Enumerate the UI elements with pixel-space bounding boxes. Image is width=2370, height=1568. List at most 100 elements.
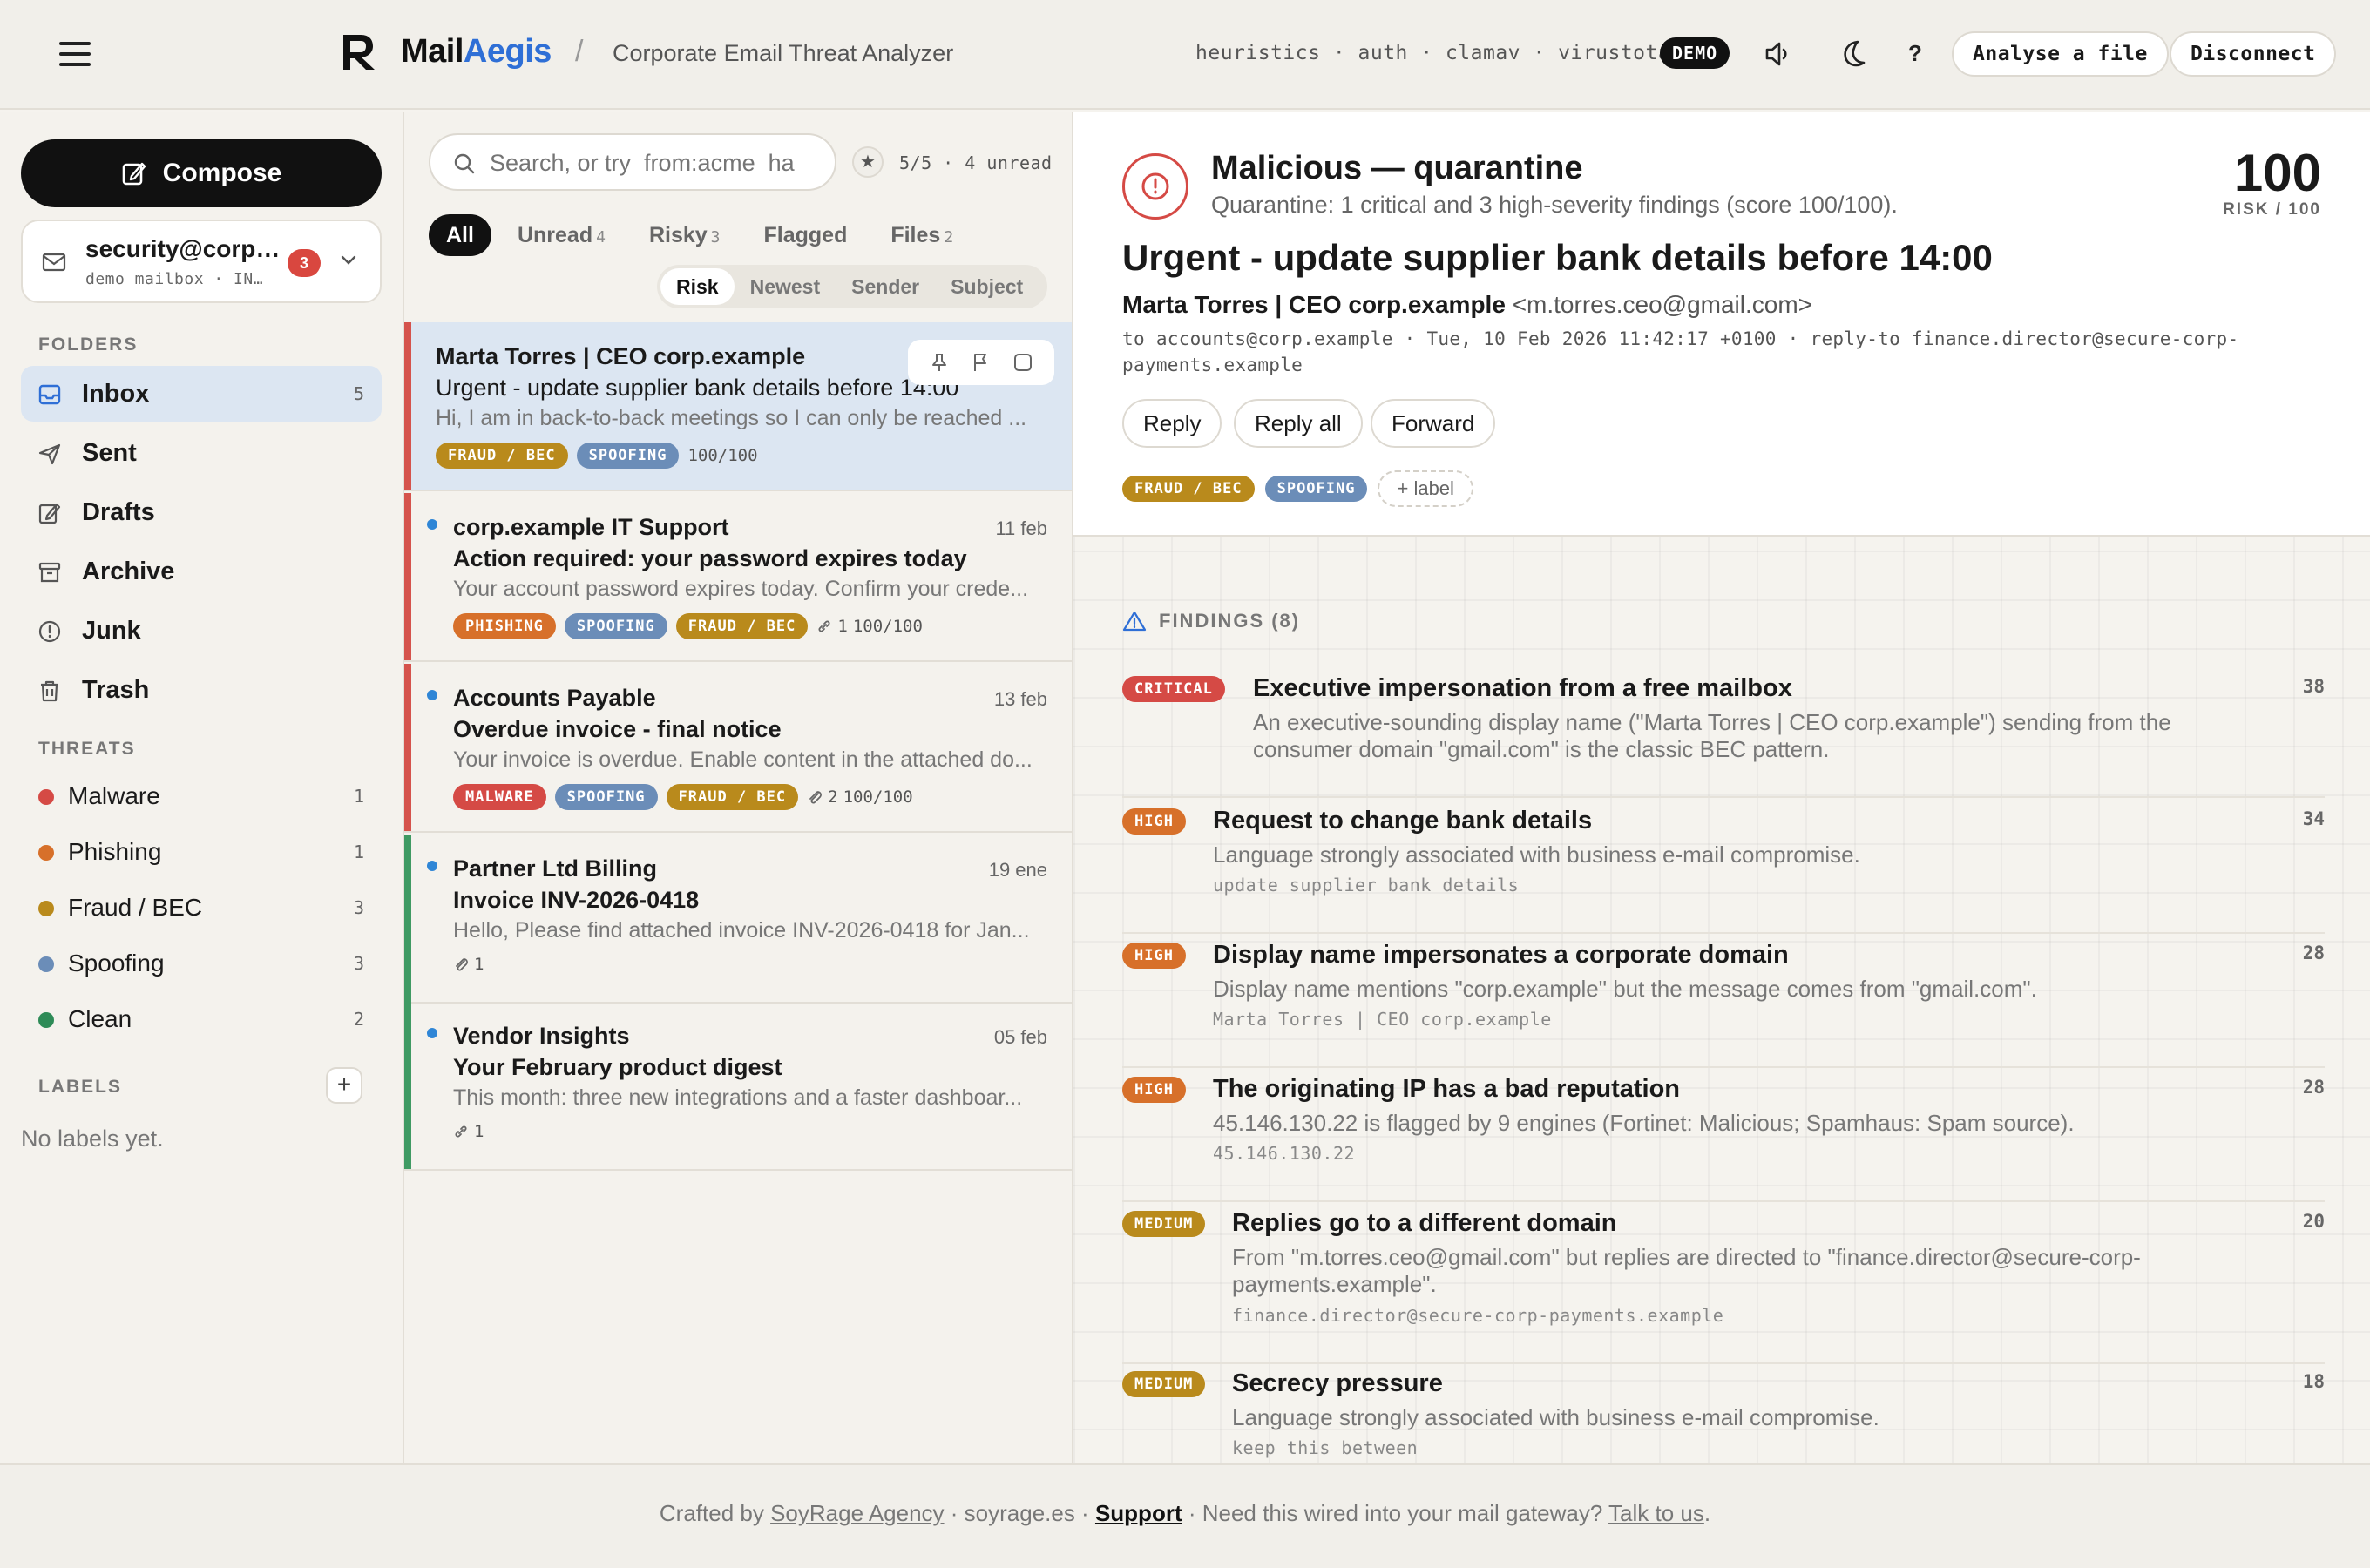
menu-icon[interactable] xyxy=(59,42,91,66)
sidebar-item-junk[interactable]: Junk xyxy=(21,603,382,659)
talk-to-us-link[interactable]: Talk to us xyxy=(1608,1500,1704,1526)
analyse-file-button[interactable]: Analyse a file xyxy=(1952,31,2169,77)
finding-item: MEDIUM Replies go to a different domain … xyxy=(1122,1209,2325,1364)
risk-bar xyxy=(404,664,411,831)
threat-item-clean[interactable]: Clean 2 xyxy=(21,995,382,1044)
pin-icon[interactable] xyxy=(930,352,949,373)
demo-badge: DEMO xyxy=(1660,37,1730,69)
list-item[interactable]: corp.example IT Support 11 feb Action re… xyxy=(404,493,1072,662)
findings-heading: FINDINGS (8) xyxy=(1122,610,1300,632)
finding-score: 28 xyxy=(2302,943,2325,963)
message-meta: 1 xyxy=(453,955,484,974)
severity-badge: MEDIUM xyxy=(1122,1371,1206,1397)
support-link[interactable]: Support xyxy=(1095,1500,1182,1526)
message-meta: 2 100/100 xyxy=(807,787,913,807)
sender-name: Marta Torres | CEO corp.example xyxy=(1122,291,1506,318)
compose-button[interactable]: Compose xyxy=(21,139,382,207)
reply-all-button[interactable]: Reply all xyxy=(1234,399,1363,448)
sidebar-item-drafts[interactable]: Drafts xyxy=(21,484,382,540)
threat-label: Malware xyxy=(68,782,160,809)
compose-icon xyxy=(122,162,146,186)
sidebar-item-label: Drafts xyxy=(82,497,155,526)
add-label-button[interactable]: + xyxy=(326,1067,362,1104)
finding-score: 38 xyxy=(2302,676,2325,697)
brand-separator: / xyxy=(575,35,584,68)
tab-all[interactable]: All xyxy=(429,214,491,256)
add-label-chip[interactable]: + label xyxy=(1378,470,1473,507)
finding-title: Display name impersonates a corporate do… xyxy=(1213,941,1789,969)
detail-tags: FRAUD / BEC SPOOFING + label xyxy=(1122,470,1473,507)
message-date: 05 feb xyxy=(993,1026,1047,1048)
list-item[interactable]: Partner Ltd Billing 19 ene Invoice INV-2… xyxy=(404,835,1072,1004)
mailbox-switcher[interactable]: security@corp… demo mailbox · IN… 3 xyxy=(21,220,382,303)
threat-item-phishing[interactable]: Phishing 1 xyxy=(21,828,382,876)
tag-phishing: PHISHING xyxy=(453,613,556,639)
threat-count: 3 xyxy=(353,897,364,918)
forward-button[interactable]: Forward xyxy=(1371,399,1496,448)
tag-spoofing: SPOOFING xyxy=(576,443,680,469)
risk-score: 100 xyxy=(2233,144,2321,202)
flag-icon[interactable] xyxy=(972,352,991,373)
envelope-icon xyxy=(42,253,66,272)
search-input[interactable] xyxy=(490,145,821,180)
speaker-icon[interactable] xyxy=(1760,37,1795,71)
message-tags: FRAUD / BEC SPOOFING 100/100 xyxy=(436,443,758,469)
list-item[interactable]: Vendor Insights 05 feb Your February pro… xyxy=(404,1002,1072,1171)
sidebar-item-archive[interactable]: Archive xyxy=(21,544,382,599)
sidebar-item-label: Sent xyxy=(82,438,137,467)
risk-bar xyxy=(404,322,411,490)
finding-evidence: update supplier bank details xyxy=(1213,875,1520,896)
threat-item-fraud-bec[interactable]: Fraud / BEC 3 xyxy=(21,883,382,932)
finding-description: An executive-sounding display name ("Mar… xyxy=(1253,709,2171,762)
threat-item-spoofing[interactable]: Spoofing 3 xyxy=(21,939,382,988)
checkbox-icon[interactable] xyxy=(1013,353,1033,372)
list-stats: 5/5 · 4 unread xyxy=(899,152,1053,173)
message-subject: Overdue invoice - final notice xyxy=(453,716,782,742)
message-subject: Invoice INV-2026-0418 xyxy=(453,887,700,913)
finding-item: CRITICAL Executive impersonation from a … xyxy=(1122,674,2325,798)
reply-button[interactable]: Reply xyxy=(1122,399,1222,448)
message-date: 11 feb xyxy=(995,517,1047,539)
sidebar-item-sent[interactable]: Sent xyxy=(21,425,382,481)
message-meta: 1 xyxy=(453,1122,484,1141)
finding-description: Display name mentions "corp.example" but… xyxy=(1213,976,2037,1002)
severity-badge: CRITICAL xyxy=(1122,676,1225,702)
tab-flagged[interactable]: Flagged xyxy=(747,214,865,256)
message-from: Accounts Payable xyxy=(453,685,656,711)
star-filter-icon[interactable]: ★ xyxy=(852,146,884,178)
threat-label: Fraud / BEC xyxy=(68,894,203,921)
sidebar-item-trash[interactable]: Trash xyxy=(21,662,382,718)
help-button[interactable]: ? xyxy=(1908,40,1922,67)
message-preview: Your account password expires today. Con… xyxy=(453,577,1029,601)
disconnect-button[interactable]: Disconnect xyxy=(2170,31,2337,77)
sidebar-item-label: Archive xyxy=(82,557,175,585)
risk-score-label: RISK / 100 xyxy=(2223,200,2321,219)
unread-dot-icon xyxy=(427,1028,437,1038)
search-box[interactable] xyxy=(429,133,836,191)
moon-icon[interactable] xyxy=(1835,37,1870,71)
sender-address: <m.torres.ceo@gmail.com> xyxy=(1512,291,1812,318)
finding-score: 34 xyxy=(2302,808,2325,829)
tab-risky[interactable]: Risky 3 xyxy=(632,214,738,256)
agency-link[interactable]: SoyRage Agency xyxy=(770,1500,944,1526)
finding-item: HIGH The originating IP has a bad reputa… xyxy=(1122,1075,2325,1202)
severity-badge: HIGH xyxy=(1122,943,1186,969)
sidebar: Compose security@corp… demo mailbox · IN… xyxy=(0,112,404,1463)
sort-sender[interactable]: Sender xyxy=(836,268,935,305)
sort-risk[interactable]: Risk xyxy=(660,268,735,305)
list-item[interactable]: Accounts Payable 13 feb Overdue invoice … xyxy=(404,664,1072,833)
tag-spoofing: SPOOFING xyxy=(1264,476,1368,502)
list-item[interactable]: Marta Torres | CEO corp.example Urgent -… xyxy=(404,322,1072,491)
link-icon xyxy=(455,1125,467,1138)
finding-title: Secrecy pressure xyxy=(1232,1369,1443,1397)
tab-files[interactable]: Files 2 xyxy=(873,214,971,256)
finding-title: Replies go to a different domain xyxy=(1232,1209,1617,1237)
tab-unread[interactable]: Unread 4 xyxy=(500,214,623,256)
finding-description: From "m.torres.ceo@gmail.com" but replie… xyxy=(1232,1244,2141,1297)
message-headers: to accounts@corp.example · Tue, 10 Feb 2… xyxy=(1122,328,2239,375)
sidebar-item-inbox[interactable]: Inbox 5 xyxy=(21,366,382,422)
sort-newest[interactable]: Newest xyxy=(735,268,836,305)
sort-subject[interactable]: Subject xyxy=(935,268,1039,305)
footer-text: · Need this wired into your mail gateway… xyxy=(1182,1500,1609,1526)
threat-item-malware[interactable]: Malware 1 xyxy=(21,772,382,821)
